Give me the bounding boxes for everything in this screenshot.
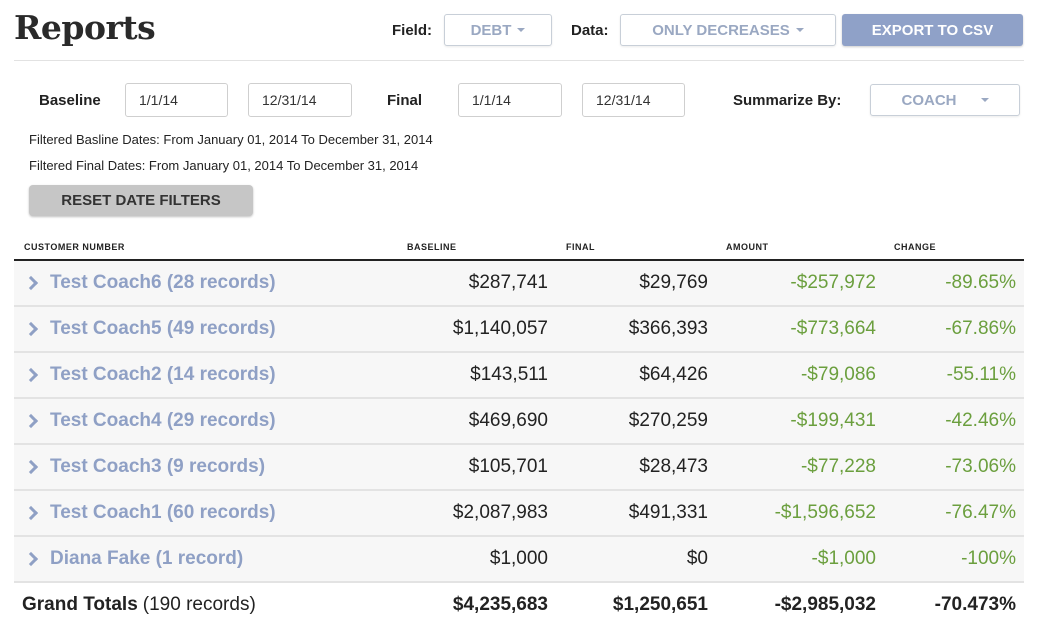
header-divider <box>14 60 1024 61</box>
field-dropdown[interactable]: DEBT <box>444 14 552 46</box>
row-baseline: $1,000 <box>489 548 548 569</box>
chevron-right-icon <box>23 551 39 567</box>
summarize-label: Summarize By: <box>733 91 842 109</box>
row-final: $270,259 <box>628 410 708 431</box>
row-amount: -$77,228 <box>800 456 876 477</box>
reset-date-filters-button[interactable]: RESET DATE FILTERS <box>29 185 253 216</box>
data-dropdown-value: ONLY DECREASES <box>652 21 790 39</box>
total-baseline: $4,235,683 <box>452 594 548 615</box>
grand-totals-title: Grand Totals <box>22 594 138 615</box>
column-header-final: FINAL <box>566 242 595 252</box>
row-baseline: $2,087,983 <box>452 502 548 523</box>
chevron-right-icon <box>23 505 39 521</box>
baseline-filter: Baseline <box>39 83 101 117</box>
row-amount: -$79,086 <box>800 364 876 385</box>
chevron-right-icon <box>23 413 39 429</box>
total-amount: -$2,985,032 <box>774 594 876 615</box>
caret-down-icon <box>517 28 526 32</box>
grand-totals-records: (190 records) <box>142 594 256 615</box>
field-label: Field: <box>392 21 432 39</box>
grand-totals-label: Grand Totals (190 records) <box>22 583 256 627</box>
export-csv-button[interactable]: EXPORT TO CSV <box>842 14 1023 46</box>
row-amount: -$1,596,652 <box>774 502 876 523</box>
column-header-baseline: BASELINE <box>407 242 457 252</box>
grand-totals-row: Grand Totals (190 records) $4,235,683 $1… <box>14 583 1024 627</box>
row-name-link[interactable]: Test Coach6 (28 records) <box>50 272 276 294</box>
row-baseline: $469,690 <box>468 410 548 431</box>
final-end-input[interactable]: 12/31/14 <box>582 83 685 117</box>
row-baseline: $143,511 <box>470 364 548 385</box>
caret-down-icon <box>795 28 804 32</box>
table-row[interactable]: Test Coach1 (60 records) $2,087,983 $491… <box>14 491 1024 537</box>
baseline-label: Baseline <box>39 91 101 109</box>
baseline-start-input[interactable]: 1/1/14 <box>125 83 228 117</box>
row-change: -100% <box>961 548 1016 569</box>
field-dropdown-value: DEBT <box>470 21 512 39</box>
row-final: $0 <box>686 548 708 569</box>
row-change: -55.11% <box>946 364 1016 385</box>
chevron-right-icon <box>23 459 39 475</box>
row-final: $28,473 <box>639 456 708 477</box>
table-header: CUSTOMER NUMBER BASELINE FINAL AMOUNT CH… <box>14 242 1024 260</box>
row-amount: -$1,000 <box>811 548 876 569</box>
data-label: Data: <box>571 21 609 39</box>
caret-down-icon <box>980 98 989 102</box>
row-baseline: $287,741 <box>468 272 548 293</box>
table-row[interactable]: Test Coach4 (29 records) $469,690 $270,2… <box>14 399 1024 445</box>
table-row[interactable]: Test Coach2 (14 records) $143,511 $64,42… <box>14 353 1024 399</box>
row-baseline: $105,701 <box>468 456 548 477</box>
baseline-end-input[interactable]: 12/31/14 <box>248 83 352 117</box>
row-change: -42.46% <box>945 410 1016 431</box>
table-row[interactable]: Diana Fake (1 record) $1,000 $0 -$1,000 … <box>14 537 1024 583</box>
summarize-dropdown-value: COACH <box>901 91 957 109</box>
page-title: Reports <box>14 8 156 47</box>
row-name-link[interactable]: Diana Fake (1 record) <box>50 548 243 570</box>
total-final: $1,250,651 <box>612 594 708 615</box>
final-filter: Final <box>387 83 422 117</box>
chevron-right-icon <box>23 275 39 291</box>
row-change: -89.65% <box>945 272 1016 293</box>
chevron-right-icon <box>23 321 39 337</box>
final-start-input[interactable]: 1/1/14 <box>458 83 562 117</box>
summarize-dropdown[interactable]: COACH <box>870 84 1020 116</box>
column-header-customer: CUSTOMER NUMBER <box>24 242 125 252</box>
chevron-right-icon <box>23 367 39 383</box>
total-change: -70.473% <box>934 594 1016 615</box>
final-label: Final <box>387 91 423 109</box>
field-control: Field: <box>392 14 432 46</box>
table-row[interactable]: Test Coach6 (28 records) $287,741 $29,76… <box>14 261 1024 307</box>
report-table: Test Coach6 (28 records) $287,741 $29,76… <box>14 261 1024 627</box>
row-final: $64,426 <box>639 364 708 385</box>
row-change: -73.06% <box>945 456 1016 477</box>
column-header-amount: AMOUNT <box>726 242 769 252</box>
row-name-link[interactable]: Test Coach3 (9 records) <box>50 456 265 478</box>
final-dates-note: Filtered Final Dates: From January 01, 2… <box>29 158 419 173</box>
table-row[interactable]: Test Coach5 (49 records) $1,140,057 $366… <box>14 307 1024 353</box>
row-name-link[interactable]: Test Coach2 (14 records) <box>50 364 276 386</box>
row-name-link[interactable]: Test Coach4 (29 records) <box>50 410 276 432</box>
row-change: -67.86% <box>945 318 1016 339</box>
column-header-change: CHANGE <box>894 242 937 252</box>
row-amount: -$199,431 <box>790 410 876 431</box>
row-final: $29,769 <box>639 272 708 293</box>
table-row[interactable]: Test Coach3 (9 records) $105,701 $28,473… <box>14 445 1024 491</box>
row-name-link[interactable]: Test Coach1 (60 records) <box>50 502 276 524</box>
data-dropdown[interactable]: ONLY DECREASES <box>620 14 836 46</box>
data-control: Data: <box>571 14 609 46</box>
row-final: $366,393 <box>628 318 708 339</box>
row-name-link[interactable]: Test Coach5 (49 records) <box>50 318 276 340</box>
summarize-filter: Summarize By: <box>733 83 841 117</box>
row-change: -76.47% <box>945 502 1016 523</box>
row-baseline: $1,140,057 <box>452 318 548 339</box>
baseline-dates-note: Filtered Basline Dates: From January 01,… <box>29 132 433 147</box>
row-amount: -$257,972 <box>790 272 876 293</box>
row-final: $491,331 <box>628 502 708 523</box>
row-amount: -$773,664 <box>790 318 876 339</box>
